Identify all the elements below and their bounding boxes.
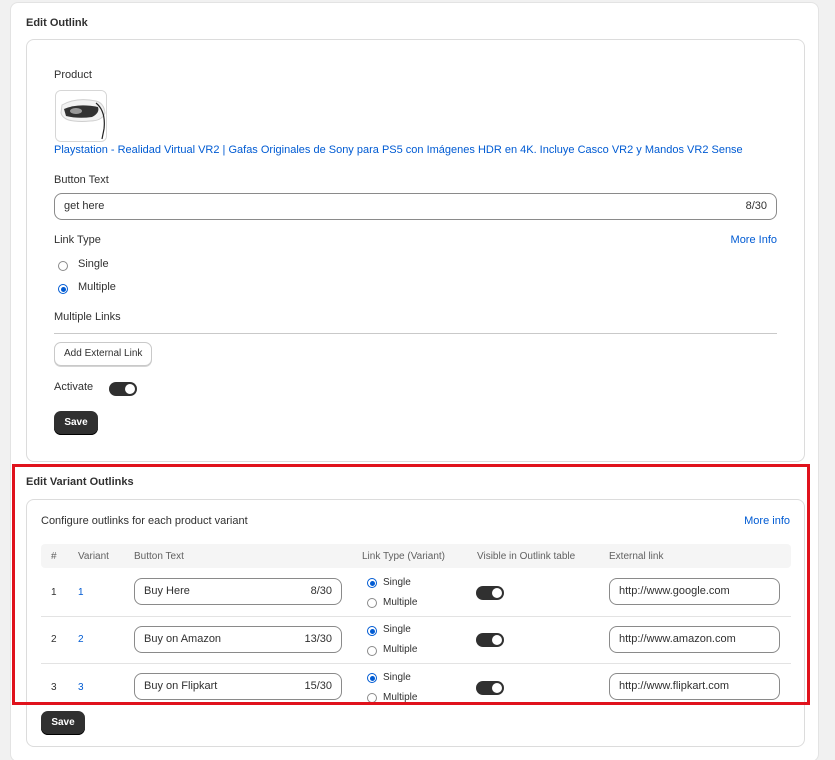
link-type-label: Link Type <box>54 234 101 246</box>
button-text-input[interactable]: get here 8/30 <box>54 193 777 220</box>
activate-toggle[interactable] <box>109 382 137 396</box>
button-text-value: get here <box>64 200 105 212</box>
more-info-link[interactable]: More Info <box>731 234 777 246</box>
product-thumbnail[interactable] <box>55 90 107 142</box>
save-button[interactable]: Save <box>54 411 98 435</box>
add-external-link-button[interactable]: Add External Link <box>54 342 153 366</box>
multiple-links-divider <box>54 333 777 334</box>
multiple-links-label: Multiple Links <box>54 311 121 323</box>
link-type-single-label: Single <box>78 258 109 270</box>
product-name-link[interactable]: Playstation - Realidad Virtual VR2 | Gaf… <box>54 144 743 156</box>
edit-outlink-title: Edit Outlink <box>26 17 88 29</box>
link-type-single-radio[interactable] <box>58 261 68 271</box>
edit-outlink-card: Product Playstation - Realidad Virtual V… <box>26 39 805 462</box>
product-label: Product <box>54 69 92 81</box>
vr-headset-icon <box>56 91 106 141</box>
activate-label: Activate <box>54 381 94 393</box>
variant-save-button[interactable]: Save <box>41 711 85 735</box>
button-text-label: Button Text <box>54 174 109 186</box>
link-type-multiple-radio[interactable] <box>58 284 68 294</box>
link-type-multiple-label: Multiple <box>78 281 116 293</box>
highlight-box <box>12 464 810 705</box>
button-text-counter: 8/30 <box>745 200 767 212</box>
